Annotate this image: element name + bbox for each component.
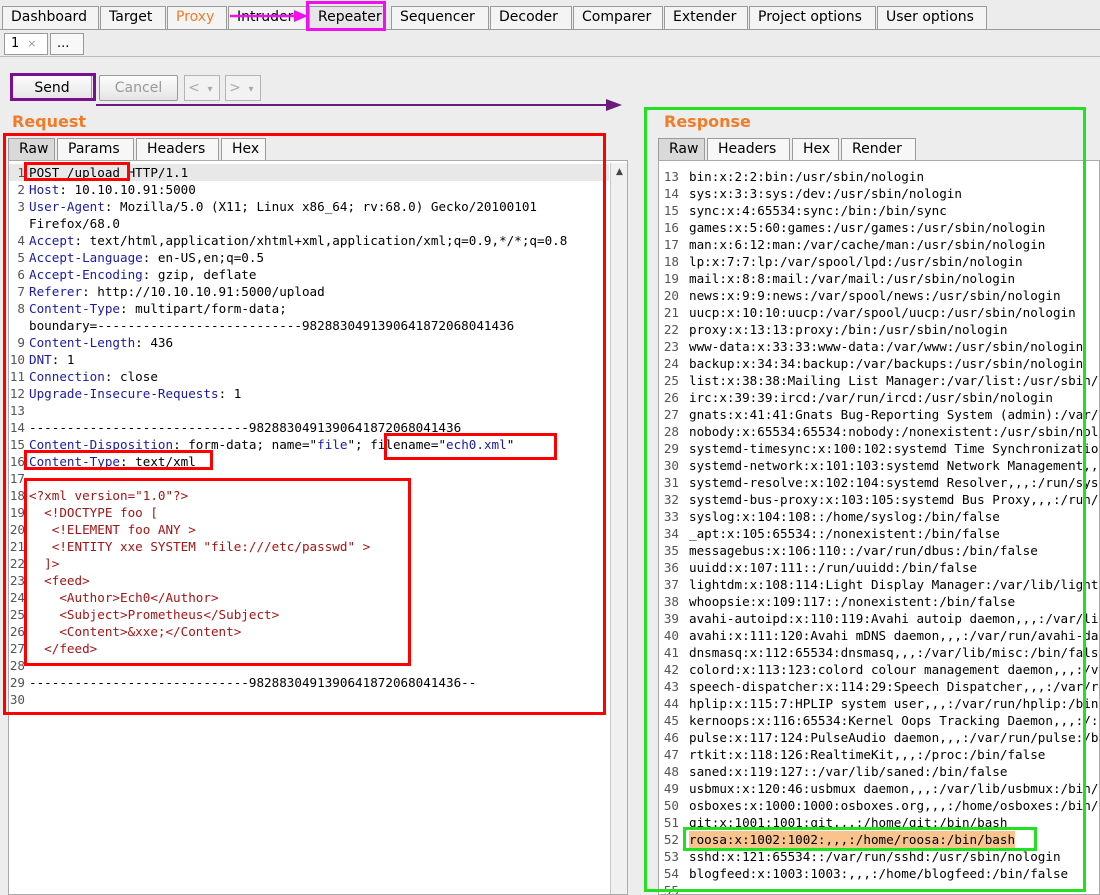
send-to-response-arrow-annotation [96, 99, 622, 111]
request-scrollbar[interactable]: ▲ [610, 163, 627, 894]
xxe-payload-highlight [24, 478, 411, 666]
roosa-line-highlight [683, 827, 1037, 851]
filename-highlight [384, 433, 557, 460]
request-title: Request [12, 112, 87, 131]
scroll-up-icon[interactable]: ▲ [611, 165, 627, 179]
tab-target[interactable]: Target [100, 6, 166, 29]
tab-user-options[interactable]: User options [877, 6, 987, 29]
tab-bar-divider [0, 29, 1100, 30]
tab-decoder[interactable]: Decoder [490, 6, 572, 29]
request-tab-label: 1 [11, 36, 20, 51]
close-icon[interactable]: × [27, 37, 36, 50]
tab-project-options[interactable]: Project options [749, 6, 876, 29]
request-tab-1[interactable]: 1 × [4, 33, 48, 55]
main-tab-bar: Dashboard Target Proxy Intruder Repeater… [0, 4, 1100, 30]
new-tab-button[interactable]: ... [50, 33, 84, 55]
tab-proxy[interactable]: Proxy [167, 6, 227, 29]
tab-comparer[interactable]: Comparer [573, 6, 663, 29]
response-highlight [644, 107, 1086, 892]
request-line-highlight [24, 162, 130, 181]
tab-dashboard[interactable]: Dashboard [2, 6, 99, 29]
back-arrow-icon: < [188, 80, 200, 96]
repeater-tab-highlight [306, 1, 386, 31]
tab-extender[interactable]: Extender [664, 6, 748, 29]
content-type-highlight [24, 450, 213, 470]
proxy-to-repeater-arrow-annotation [230, 10, 308, 22]
send-button-highlight [10, 73, 96, 101]
forward-arrow-icon: > [229, 80, 241, 96]
tab-sequencer[interactable]: Sequencer [391, 6, 489, 29]
